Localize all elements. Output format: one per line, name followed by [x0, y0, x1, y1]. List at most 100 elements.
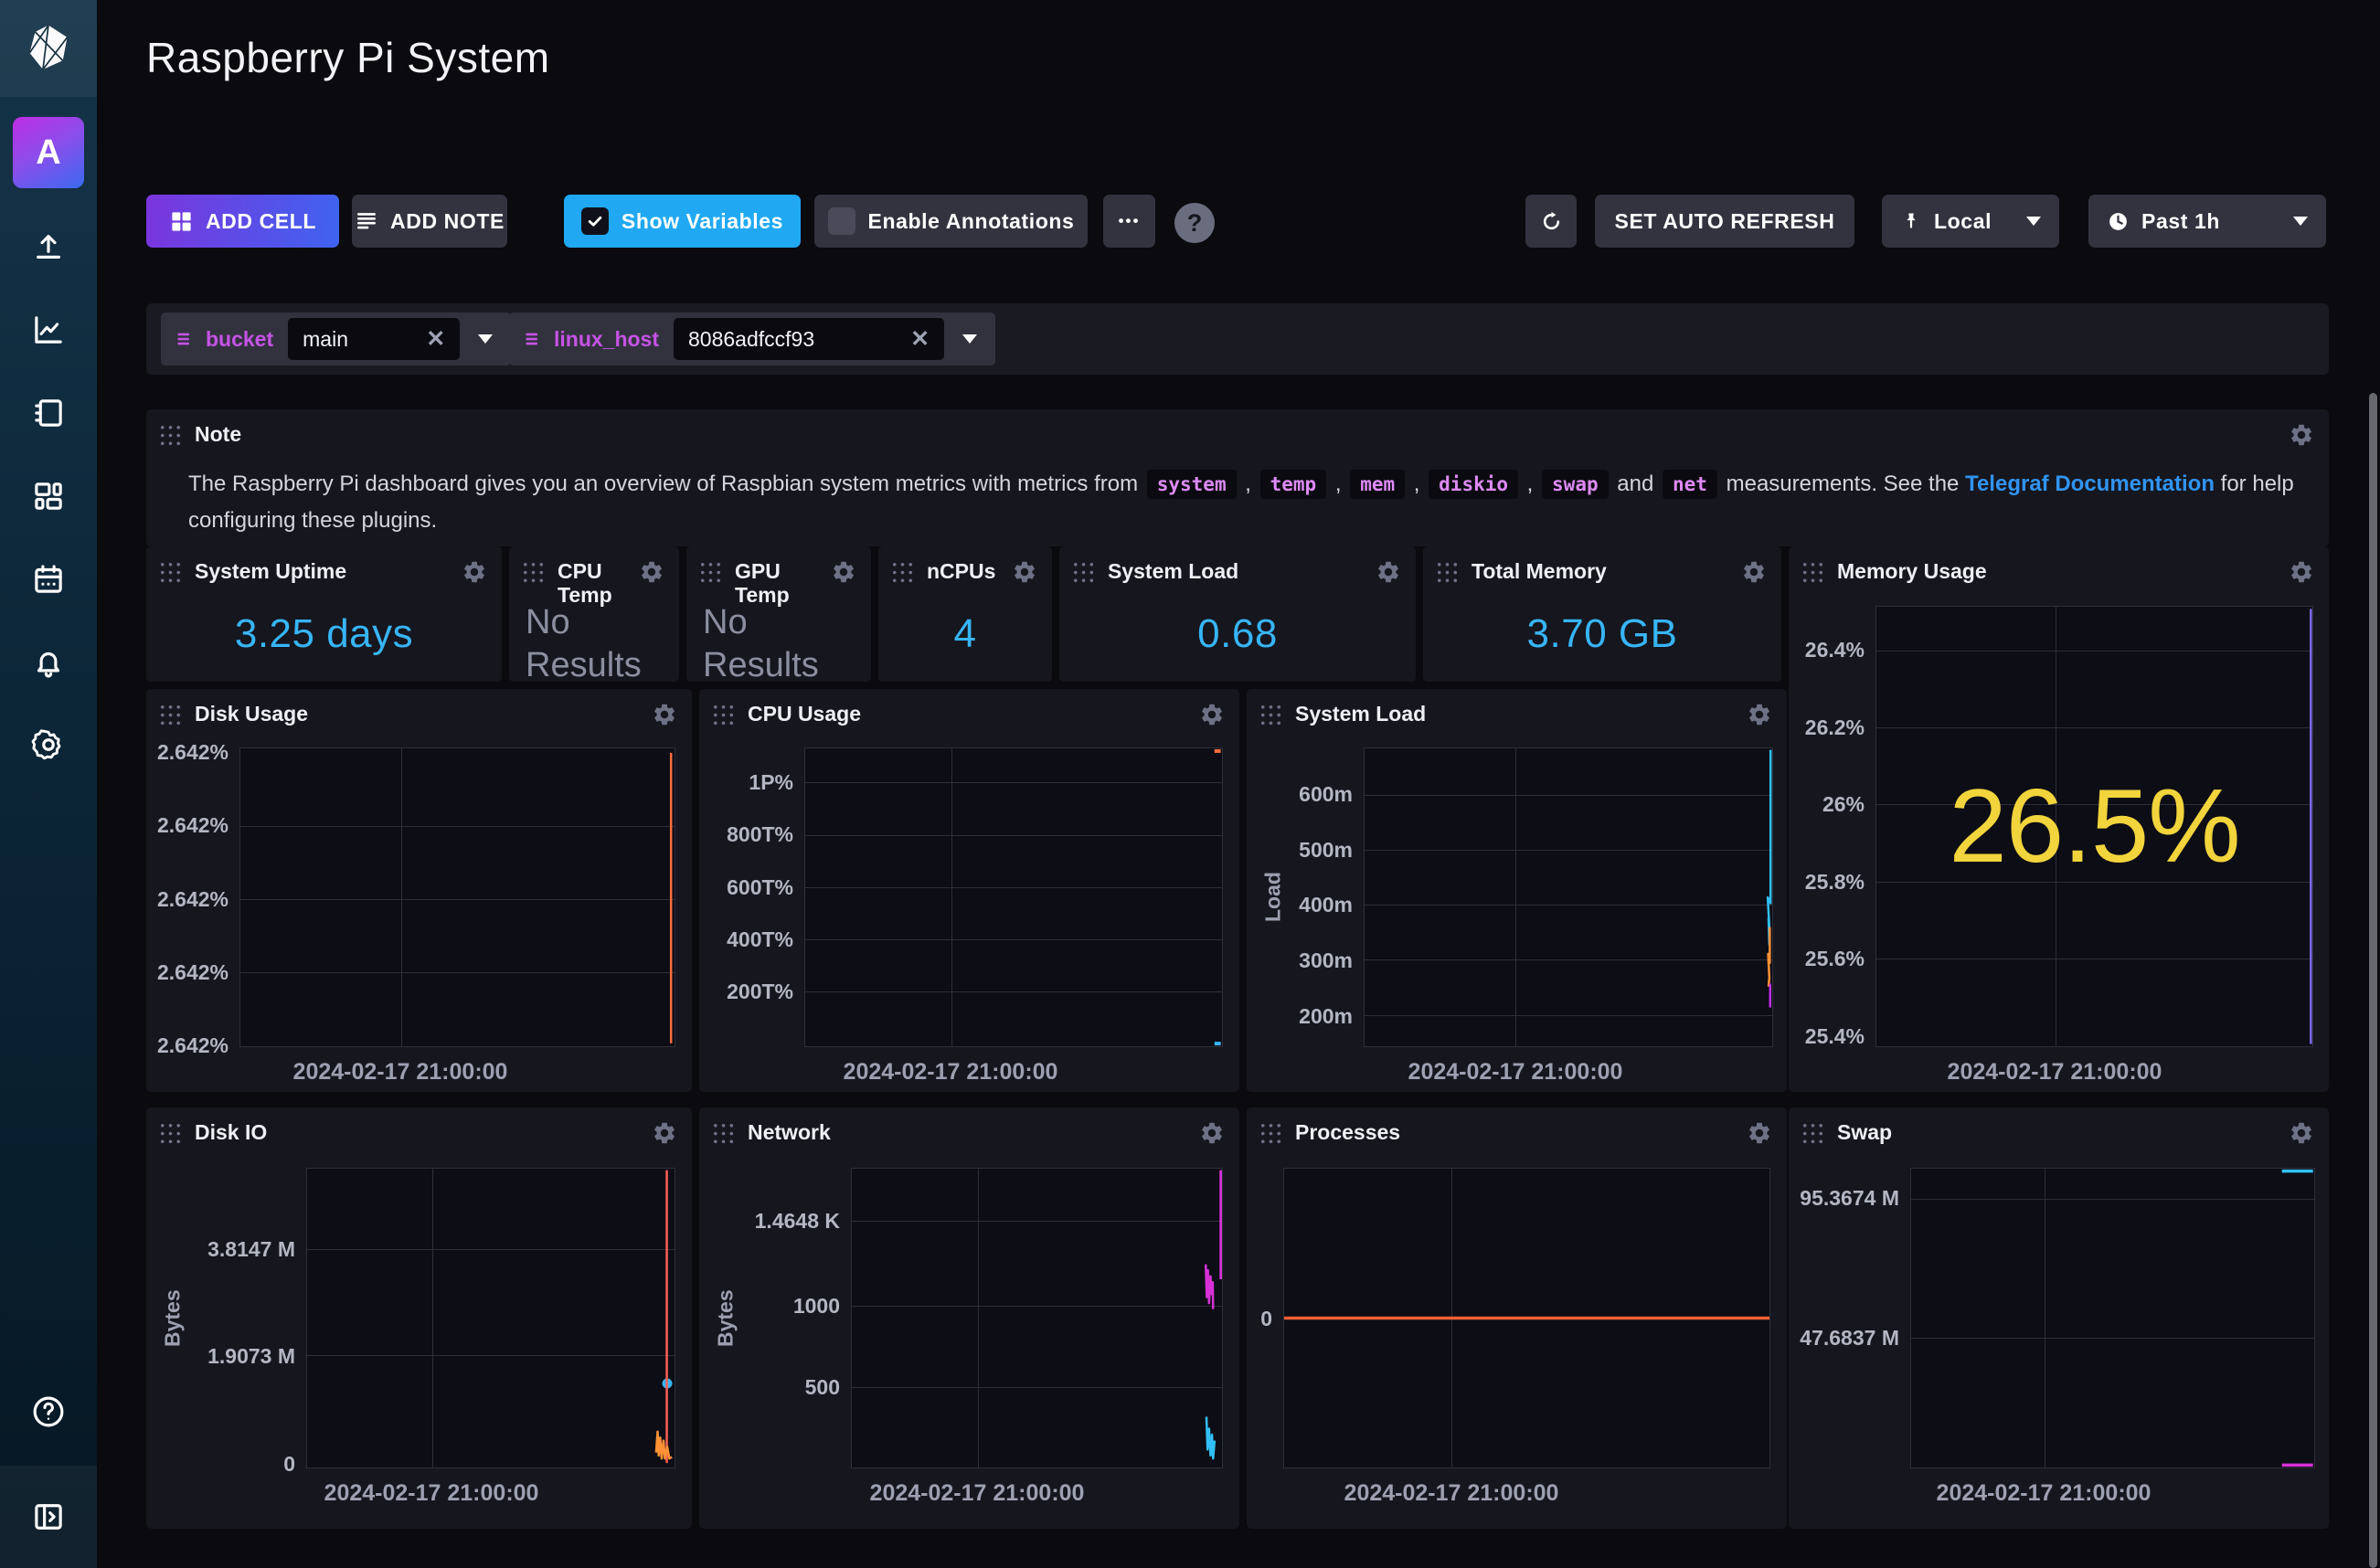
sidebar-item-notebook[interactable]: [0, 376, 97, 450]
gear-icon[interactable]: [1199, 702, 1225, 732]
drag-handle-icon[interactable]: [891, 561, 914, 588]
y-tick-label: 200m: [1250, 1004, 1353, 1028]
timezone-label: Local: [1934, 209, 1992, 234]
clear-icon[interactable]: ✕: [894, 325, 930, 353]
set-auto-refresh-label: SET AUTO REFRESH: [1615, 209, 1835, 234]
sidebar-item-calendar[interactable]: [0, 543, 97, 616]
drag-handle-icon[interactable]: [159, 704, 182, 731]
cell-system-uptime: System Uptime3.25 days: [146, 546, 502, 682]
show-variables-toggle[interactable]: Show Variables: [564, 195, 801, 248]
y-tick-label: 0: [150, 1452, 295, 1476]
y-tick-label: 26.2%: [1792, 715, 1865, 739]
ellipsis-icon: •••: [1119, 212, 1141, 230]
drag-handle-icon[interactable]: [1259, 1122, 1282, 1150]
set-auto-refresh-button[interactable]: SET AUTO REFRESH: [1595, 195, 1854, 248]
add-cell-button[interactable]: ADD CELL: [146, 195, 339, 248]
sidebar-item-gear[interactable]: [0, 708, 97, 781]
help-icon: [29, 1393, 68, 1431]
cell-title: Total Memory: [1472, 559, 1607, 583]
timezone-dropdown[interactable]: Local: [1882, 195, 2059, 248]
sidebar-item-dashboards[interactable]: [0, 460, 97, 533]
gear-icon[interactable]: [1012, 559, 1037, 589]
y-tick-label: 25.6%: [1792, 947, 1865, 970]
gear-icon[interactable]: [1741, 559, 1767, 589]
clear-icon[interactable]: ✕: [409, 325, 445, 353]
series-line: [1206, 1265, 1213, 1309]
gear-icon[interactable]: [1376, 559, 1401, 589]
plot-area[interactable]: [1875, 606, 2313, 1047]
expand-icon: [29, 1498, 68, 1536]
add-note-button[interactable]: ADD NOTE: [352, 195, 507, 248]
y-tick-label: 1.4648 K: [703, 1209, 840, 1233]
gear-icon[interactable]: [639, 559, 664, 589]
code-chip: system: [1147, 470, 1237, 499]
influxdb-logo-glyph: [22, 22, 75, 75]
overflow-menu-button[interactable]: •••: [1103, 195, 1155, 248]
enable-annotations-label: Enable Annotations: [868, 209, 1075, 234]
plot-area[interactable]: [306, 1168, 675, 1468]
telegraf-docs-link[interactable]: Telegraf Documentation: [1965, 471, 2215, 496]
user-avatar[interactable]: A: [13, 117, 84, 188]
sidebar-item-bell[interactable]: [0, 627, 97, 700]
cell-total-memory: Total Memory3.70 GB: [1423, 546, 1781, 682]
gear-icon[interactable]: [1747, 1120, 1772, 1150]
variable-dropdown-button[interactable]: [944, 334, 995, 344]
drag-handle-icon[interactable]: [159, 561, 182, 588]
sidebar-item-expand[interactable]: [0, 1466, 97, 1568]
variable-value-box[interactable]: main✕: [288, 318, 460, 360]
gear-icon[interactable]: [2289, 1120, 2314, 1150]
x-axis-label: 2024-02-17 21:00:00: [293, 1059, 508, 1086]
drag-handle-icon[interactable]: [1436, 561, 1459, 588]
drag-handle-icon[interactable]: [522, 561, 545, 588]
gear-icon[interactable]: [2289, 559, 2314, 589]
x-axis-label: 2024-02-17 21:00:00: [1408, 1059, 1623, 1086]
gear-icon[interactable]: [1199, 1120, 1225, 1150]
variable-icon: [175, 329, 196, 349]
gear-icon[interactable]: [652, 1120, 677, 1150]
y-tick-label: 47.6837 M: [1792, 1326, 1899, 1350]
drag-handle-icon[interactable]: [712, 704, 735, 731]
scrollbar-thumb[interactable]: [2369, 393, 2377, 1568]
sidebar-item-upload[interactable]: [0, 210, 97, 283]
app-root: A Raspberry Pi System ADD CELL ADD NOTE …: [0, 0, 2380, 1568]
sidebar-item-graph[interactable]: [0, 293, 97, 366]
y-tick-label: 25.8%: [1792, 870, 1865, 894]
plot-area[interactable]: [1910, 1168, 2315, 1468]
drag-handle-icon[interactable]: [1801, 1122, 1824, 1150]
cell-gpu-temp: GPU TempNo Results: [686, 546, 871, 682]
help-button[interactable]: ?: [1174, 203, 1215, 243]
drag-handle-icon[interactable]: [712, 1122, 735, 1150]
drag-handle-icon[interactable]: [699, 561, 722, 588]
refresh-button[interactable]: [1525, 195, 1577, 248]
bell-icon: [29, 644, 68, 683]
y-tick-label: 500m: [1250, 838, 1353, 862]
variable-dropdown-button[interactable]: [460, 334, 511, 344]
plot-area[interactable]: [1283, 1168, 1770, 1468]
gear-icon[interactable]: [652, 702, 677, 732]
question-mark-icon: ?: [1187, 209, 1203, 238]
gear-icon[interactable]: [462, 559, 487, 589]
drag-handle-icon[interactable]: [159, 424, 182, 451]
drag-handle-icon[interactable]: [1801, 561, 1824, 588]
enable-annotations-toggle[interactable]: Enable Annotations: [814, 195, 1088, 248]
time-range-dropdown[interactable]: Past 1h: [2088, 195, 2326, 248]
plot-area[interactable]: [804, 747, 1223, 1047]
gear-icon[interactable]: [1747, 702, 1772, 732]
gear-icon[interactable]: [831, 559, 856, 589]
plot-area[interactable]: [851, 1168, 1223, 1468]
influxdb-logo-icon[interactable]: [0, 0, 97, 97]
series-line: [1768, 750, 1770, 946]
page-title: Raspberry Pi System: [146, 33, 550, 82]
drag-handle-icon[interactable]: [159, 1122, 182, 1150]
gear-icon[interactable]: [2289, 422, 2314, 452]
variable-value-box[interactable]: 8086adfccf93✕: [674, 318, 944, 360]
drag-handle-icon[interactable]: [1072, 561, 1095, 588]
drag-handle-icon[interactable]: [1259, 704, 1282, 731]
sidebar-item-help[interactable]: [0, 1375, 97, 1448]
single-stat-value: 0.68: [1059, 587, 1416, 682]
plot-area[interactable]: [239, 747, 675, 1047]
y-tick-label: 95.3674 M: [1792, 1186, 1899, 1210]
clock-icon: [2107, 210, 2130, 233]
plot-area[interactable]: [1364, 747, 1773, 1047]
code-chip: diskio: [1429, 470, 1518, 499]
